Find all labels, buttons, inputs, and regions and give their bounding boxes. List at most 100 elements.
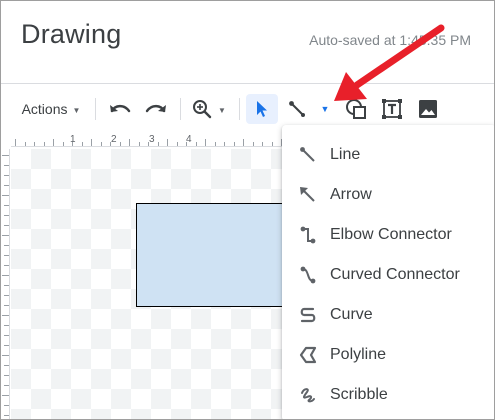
header-divider	[1, 83, 494, 84]
ruler-tick	[4, 295, 9, 296]
ruler-tick	[4, 175, 9, 176]
shape-tool-button[interactable]	[341, 94, 371, 124]
ruler-label: 3	[149, 134, 155, 145]
ruler-tick	[214, 142, 216, 146]
ruler-tick	[110, 142, 111, 146]
ruler-label: 2	[111, 134, 117, 145]
ruler-tick	[4, 225, 9, 226]
menu-item-arrow[interactable]: Arrow	[282, 175, 494, 215]
toolbar-divider	[239, 98, 240, 120]
ruler-tick	[2, 315, 9, 316]
menu-item-scribble[interactable]: Scribble	[282, 375, 494, 415]
ruler-tick	[129, 139, 130, 146]
ruler-tick	[4, 375, 9, 376]
ruler-tick	[176, 142, 178, 146]
horizontal-ruler: 1 2 3 4	[11, 133, 311, 147]
ruler-tick	[4, 405, 9, 406]
ruler-tick	[138, 142, 140, 146]
ruler-tick	[262, 142, 263, 146]
ruler-tick	[4, 165, 9, 166]
undo-icon	[110, 104, 131, 113]
ruler-tick	[62, 142, 64, 146]
vertical-ruler	[1, 149, 10, 419]
toolbar-divider	[180, 98, 181, 120]
menu-item-curve[interactable]: Curve	[282, 295, 494, 335]
ruler-tick	[4, 325, 9, 326]
ruler-tick	[4, 385, 9, 386]
polyline-icon	[299, 346, 317, 364]
image-icon	[419, 100, 437, 118]
line-icon	[300, 147, 315, 162]
menu-item-label: Elbow Connector	[330, 226, 452, 243]
menu-item-polyline[interactable]: Polyline	[282, 335, 494, 375]
ruler-tick	[91, 139, 92, 146]
textbox-tool-button[interactable]	[377, 94, 407, 124]
ruler-tick	[2, 155, 9, 156]
menu-item-label: Polyline	[330, 346, 387, 363]
ruler-tick	[224, 142, 225, 146]
rectangle-shape[interactable]	[136, 203, 296, 307]
curved-connector-icon	[300, 266, 316, 284]
menu-item-elbow-connector[interactable]: Elbow Connector	[282, 215, 494, 255]
scribble-icon	[301, 388, 315, 403]
zoom-icon	[193, 100, 212, 119]
arrow-icon	[300, 187, 315, 202]
ruler-tick	[2, 275, 9, 276]
ruler-tick	[195, 142, 197, 146]
ruler-tick	[4, 205, 9, 206]
menu-item-label: Curve	[330, 306, 373, 323]
ruler-tick	[4, 335, 9, 336]
toolbar: Actions ▼ ▼ ▼	[1, 89, 494, 129]
elbow-connector-icon	[300, 226, 316, 244]
ruler-tick	[4, 255, 9, 256]
ruler-tick	[148, 142, 149, 146]
ruler-tick	[167, 139, 168, 146]
ruler-tick	[4, 245, 9, 246]
toolbar-divider	[95, 98, 96, 120]
menu-item-line[interactable]: Line	[282, 135, 494, 175]
actions-menu-button[interactable]: Actions ▼	[15, 94, 87, 124]
ruler-tick	[81, 142, 83, 146]
chevron-down-icon: ▼	[320, 104, 330, 114]
drawing-window: Drawing Auto-saved at 1:45:35 PM Actions…	[0, 0, 495, 420]
ruler-tick	[4, 365, 9, 366]
line-tool-button[interactable]	[282, 94, 312, 124]
select-tool-button[interactable]	[246, 94, 278, 124]
ruler-tick	[2, 355, 9, 356]
cursor-icon	[257, 101, 267, 117]
ruler-tick	[119, 142, 121, 146]
ruler-tick	[4, 185, 9, 186]
ruler-tick	[157, 142, 159, 146]
shape-icon	[346, 99, 366, 119]
line-type-menu: Line Arrow Elbow Connector Curved Connec…	[282, 125, 494, 419]
ruler-tick	[15, 139, 16, 146]
ruler-tick	[2, 395, 9, 396]
ruler-tick	[4, 305, 9, 306]
zoom-button[interactable]: ▼	[187, 94, 231, 124]
actions-label: Actions	[21, 101, 68, 117]
ruler-tick	[205, 139, 206, 146]
image-tool-button[interactable]	[413, 94, 443, 124]
ruler-tick	[100, 142, 102, 146]
undo-button[interactable]	[105, 94, 135, 124]
ruler-tick	[24, 142, 26, 146]
menu-item-label: Scribble	[330, 386, 388, 403]
ruler-tick	[4, 285, 9, 286]
page-title: Drawing	[21, 19, 122, 49]
redo-icon	[145, 104, 166, 113]
ruler-tick	[53, 139, 54, 146]
ruler-tick	[34, 142, 35, 146]
ruler-tick	[4, 345, 9, 346]
ruler-tick	[4, 265, 9, 266]
menu-item-curved-connector[interactable]: Curved Connector	[282, 255, 494, 295]
ruler-tick	[2, 195, 9, 196]
ruler-tick	[243, 139, 244, 146]
chevron-down-icon: ▼	[218, 106, 226, 115]
curve-icon	[300, 307, 316, 323]
ruler-tick	[186, 142, 187, 146]
redo-button[interactable]	[141, 94, 171, 124]
line-icon	[289, 101, 305, 117]
textbox-icon	[382, 99, 402, 119]
ruler-tick	[72, 142, 73, 146]
line-type-dropdown-button[interactable]: ▼	[315, 94, 335, 124]
